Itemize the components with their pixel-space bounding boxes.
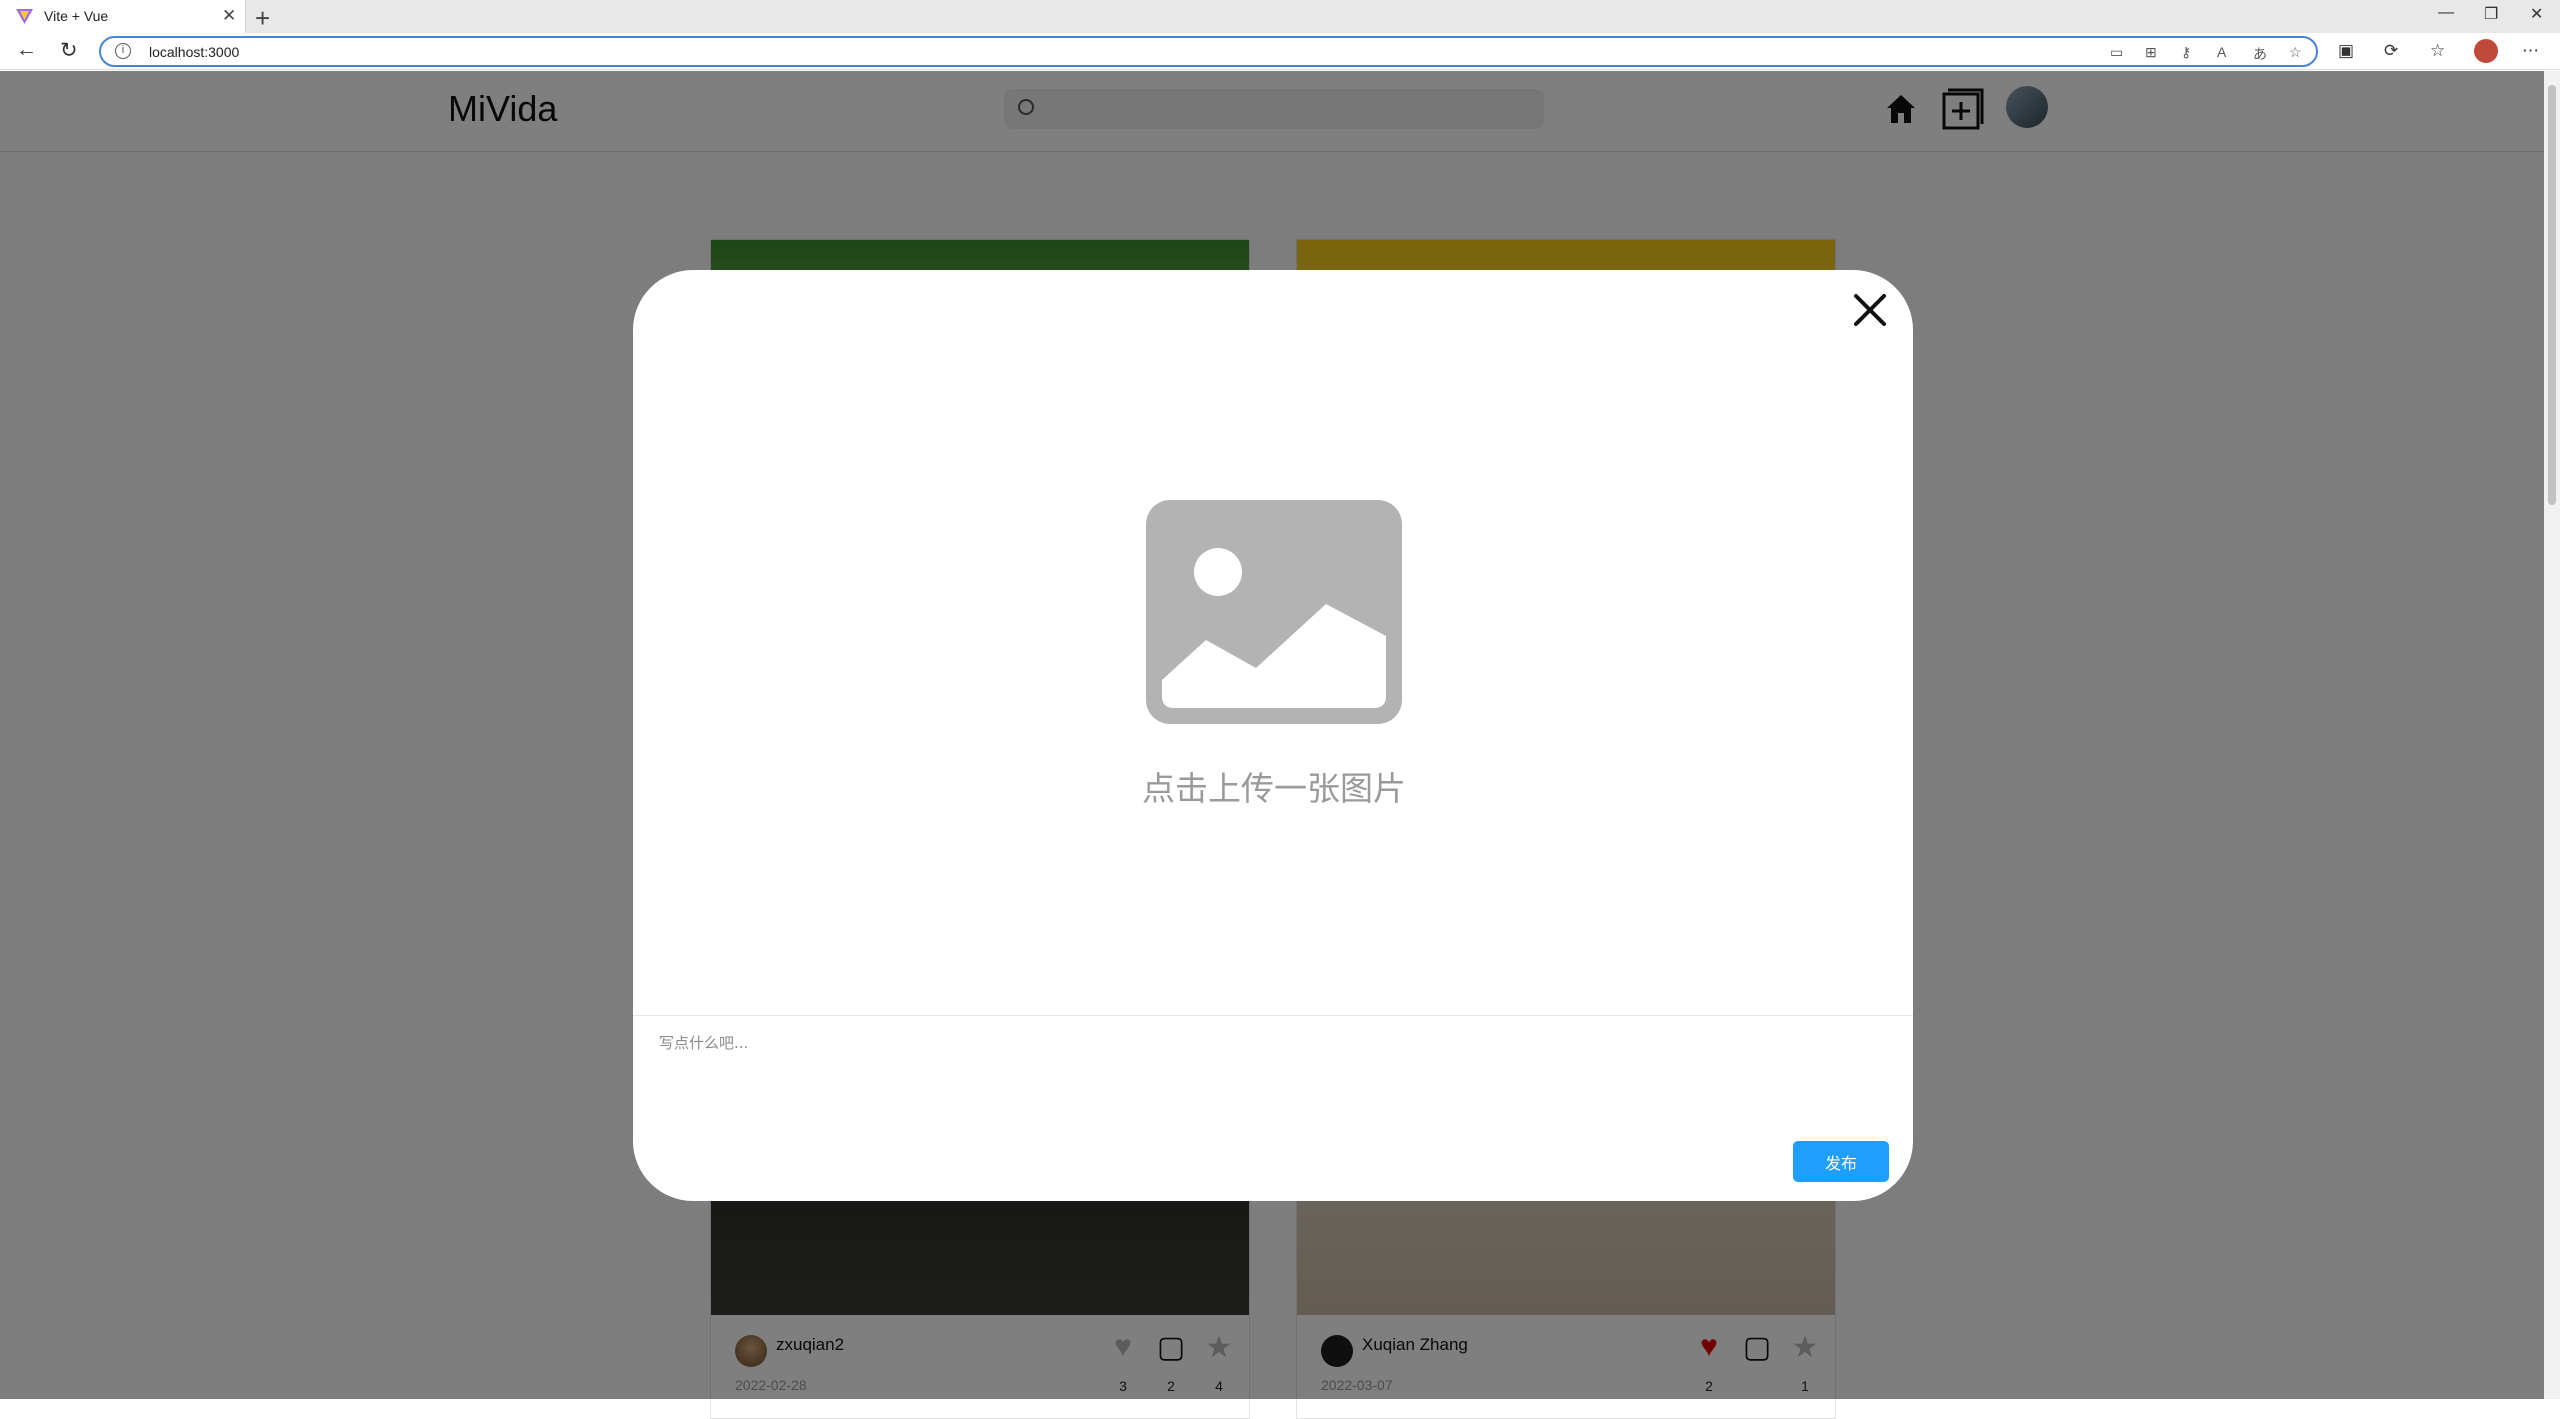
scrollbar-thumb[interactable] <box>2548 85 2556 505</box>
extensions-icon[interactable]: ⟳ <box>2384 41 2398 61</box>
browser-tab[interactable]: Vite + Vue ✕ <box>0 0 246 33</box>
publish-button[interactable]: 发布 <box>1793 1141 1889 1182</box>
new-tab-button[interactable]: + <box>255 3 270 34</box>
favorites-icon[interactable]: ☆ <box>2430 41 2445 61</box>
restore-button[interactable]: ❐ <box>2484 4 2498 24</box>
site-info-icon[interactable]: i <box>115 43 131 59</box>
translate-icon[interactable]: あ <box>2253 44 2267 64</box>
upload-label[interactable]: 点击上传一张图片 <box>1096 762 1452 810</box>
close-icon[interactable] <box>1850 290 1890 330</box>
back-arrow-icon[interactable]: ← <box>16 38 37 62</box>
divider <box>633 1015 1913 1016</box>
new-post-modal: 点击上传一张图片 发布 <box>633 270 1913 1201</box>
read-aloud-icon[interactable]: ▭ <box>2110 44 2123 61</box>
text-size-icon[interactable]: A <box>2217 44 2226 60</box>
address-bar[interactable]: i localhost:3000 ▭ ⊞ ⚷ A あ ☆ <box>99 36 2318 67</box>
reload-icon[interactable]: ↻ <box>60 38 78 63</box>
image-upload-area[interactable]: 点击上传一张图片 <box>1142 500 1406 808</box>
app-install-icon[interactable]: ⊞ <box>2145 44 2157 61</box>
close-window-button[interactable]: ✕ <box>2530 4 2543 24</box>
vite-favicon-icon <box>16 9 33 24</box>
url-text[interactable]: localhost:3000 <box>149 44 239 60</box>
browser-profile-avatar[interactable] <box>2474 39 2498 63</box>
favorite-add-icon[interactable]: ☆ <box>2289 44 2302 61</box>
key-icon[interactable]: ⚷ <box>2181 44 2191 61</box>
browser-tabstrip: Vite + Vue ✕ + — ❐ ✕ <box>0 0 2560 33</box>
browser-toolbar: ← ↻ i localhost:3000 ▭ ⊞ ⚷ A あ ☆ ▣ ⟳ ☆ ⋯ <box>0 33 2560 70</box>
collections-icon[interactable]: ▣ <box>2338 41 2354 61</box>
more-menu-icon[interactable]: ⋯ <box>2522 41 2539 61</box>
caption-input[interactable] <box>647 1022 1897 1132</box>
tab-close-icon[interactable]: ✕ <box>222 6 236 26</box>
tab-title: Vite + Vue <box>44 8 109 24</box>
page-scrollbar[interactable] <box>2544 71 2560 1399</box>
image-placeholder-icon <box>1146 500 1402 724</box>
minimize-button[interactable]: — <box>2438 4 2454 22</box>
